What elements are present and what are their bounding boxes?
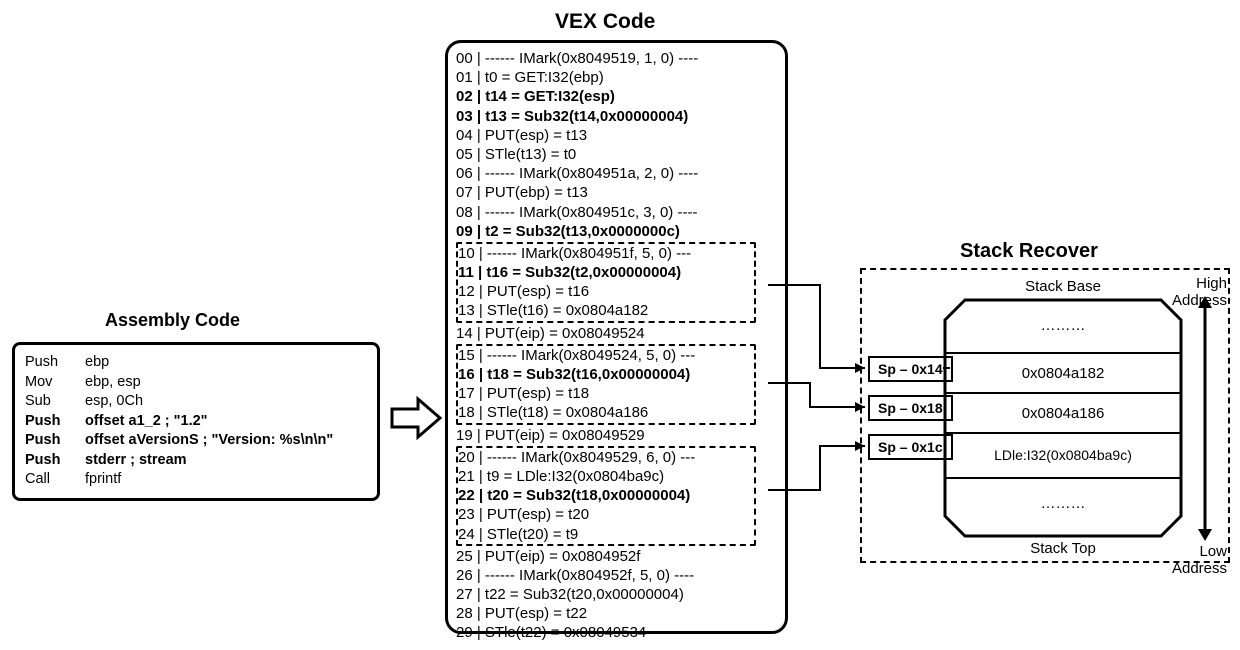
low-address-label: Low Address [1142,543,1227,577]
stack-cell-2: 0x0804a186 [943,405,1183,422]
offset-sp-0x1c: Sp – 0x1c [868,434,953,460]
asm-row-1: Movebp, esp [25,373,367,393]
vex-line-10: 10 | ------ IMark(0x804951f, 5, 0) --- [458,244,754,263]
stack-cell-3: LDle:I32(0x0804ba9c) [943,447,1183,463]
asm-operand: fprintf [85,470,121,490]
vex-line-11: 11 | t16 = Sub32(t2,0x00000004) [458,263,754,282]
vex-line-28: 28 | PUT(esp) = t22 [456,604,777,623]
asm-row-2: Subesp, 0Ch [25,392,367,412]
vex-group-1: 10 | ------ IMark(0x804951f, 5, 0) ---11… [456,242,756,323]
vex-line-21: 21 | t9 = LDle:I32(0x0804ba9c) [458,467,754,486]
vex-line-17: 17 | PUT(esp) = t18 [458,384,754,403]
vex-title: VEX Code [555,10,655,34]
stack-cell-0: ……… [943,317,1183,334]
vex-line-20: 20 | ------ IMark(0x8049529, 6, 0) --- [458,448,754,467]
arrow-asm-to-vex [390,395,442,441]
vex-line-26: 26 | ------ IMark(0x804952f, 5, 0) ---- [456,566,777,585]
address-direction-arrow [1195,296,1215,541]
vex-line-22: 22 | t20 = Sub32(t18,0x00000004) [458,486,754,505]
vex-line-07: 07 | PUT(ebp) = t13 [456,183,777,202]
asm-row-3: Pushoffset a1_2 ; "1.2" [25,412,367,432]
offset-sp-0x14: Sp – 0x14 [868,356,953,382]
asm-operand: ebp, esp [85,373,141,393]
asm-row-5: Pushstderr ; stream [25,451,367,471]
vex-line-19: 19 | PUT(eip) = 0x08049529 [456,426,777,445]
assembly-code-box: PushebpMovebp, espSubesp, 0ChPushoffset … [12,342,380,501]
asm-operand: esp, 0Ch [85,392,143,412]
asm-mnemonic: Push [25,412,85,432]
vex-line-00: 00 | ------ IMark(0x8049519, 1, 0) ---- [456,49,777,68]
asm-row-0: Pushebp [25,353,367,373]
stack-recover-title: Stack Recover [960,240,1098,263]
assembly-title: Assembly Code [105,310,240,331]
vex-line-24: 24 | STle(t20) = t9 [458,525,754,544]
asm-row-4: Pushoffset aVersionS ; "Version: %s\n\n" [25,431,367,451]
vex-line-09: 09 | t2 = Sub32(t13,0x0000000c) [456,222,777,241]
vex-line-05: 05 | STle(t13) = t0 [456,145,777,164]
vex-group-3: 20 | ------ IMark(0x8049529, 6, 0) ---21… [456,446,756,546]
asm-mnemonic: Call [25,470,85,490]
vex-line-02: 02 | t14 = GET:I32(esp) [456,87,777,106]
vex-line-25: 25 | PUT(eip) = 0x0804952f [456,547,777,566]
vex-line-23: 23 | PUT(esp) = t20 [458,505,754,524]
stack-cell-4: ……… [943,495,1183,512]
asm-mnemonic: Mov [25,373,85,393]
vex-line-12: 12 | PUT(esp) = t16 [458,282,754,301]
vex-line-18: 18 | STle(t18) = 0x0804a186 [458,403,754,422]
asm-operand: offset a1_2 ; "1.2" [85,412,208,432]
offset-sp-0x18: Sp – 0x18 [868,395,953,421]
asm-mnemonic: Sub [25,392,85,412]
vex-line-27: 27 | t22 = Sub32(t20,0x00000004) [456,585,777,604]
vex-line-08: 08 | ------ IMark(0x804951c, 3, 0) ---- [456,203,777,222]
asm-mnemonic: Push [25,353,85,373]
asm-row-6: Callfprintf [25,470,367,490]
vex-line-29: 29 | STle(t22) = 0x08049534 [456,623,777,642]
vex-line-03: 03 | t13 = Sub32(t14,0x00000004) [456,107,777,126]
stack-cell-1: 0x0804a182 [943,365,1183,382]
vex-group-2: 15 | ------ IMark(0x8049524, 5, 0) ---16… [456,344,756,425]
vex-line-06: 06 | ------ IMark(0x804951a, 2, 0) ---- [456,164,777,183]
asm-operand: offset aVersionS ; "Version: %s\n\n" [85,431,333,451]
vex-line-15: 15 | ------ IMark(0x8049524, 5, 0) --- [458,346,754,365]
asm-operand: ebp [85,353,109,373]
vex-line-04: 04 | PUT(esp) = t13 [456,126,777,145]
asm-mnemonic: Push [25,431,85,451]
vex-line-01: 01 | t0 = GET:I32(ebp) [456,68,777,87]
vex-line-13: 13 | STle(t16) = 0x0804a182 [458,301,754,320]
asm-operand: stderr ; stream [85,451,187,471]
vex-line-16: 16 | t18 = Sub32(t16,0x00000004) [458,365,754,384]
vex-code-box: 00 | ------ IMark(0x8049519, 1, 0) ----0… [445,40,788,634]
asm-mnemonic: Push [25,451,85,471]
vex-line-14: 14 | PUT(eip) = 0x08049524 [456,324,777,343]
